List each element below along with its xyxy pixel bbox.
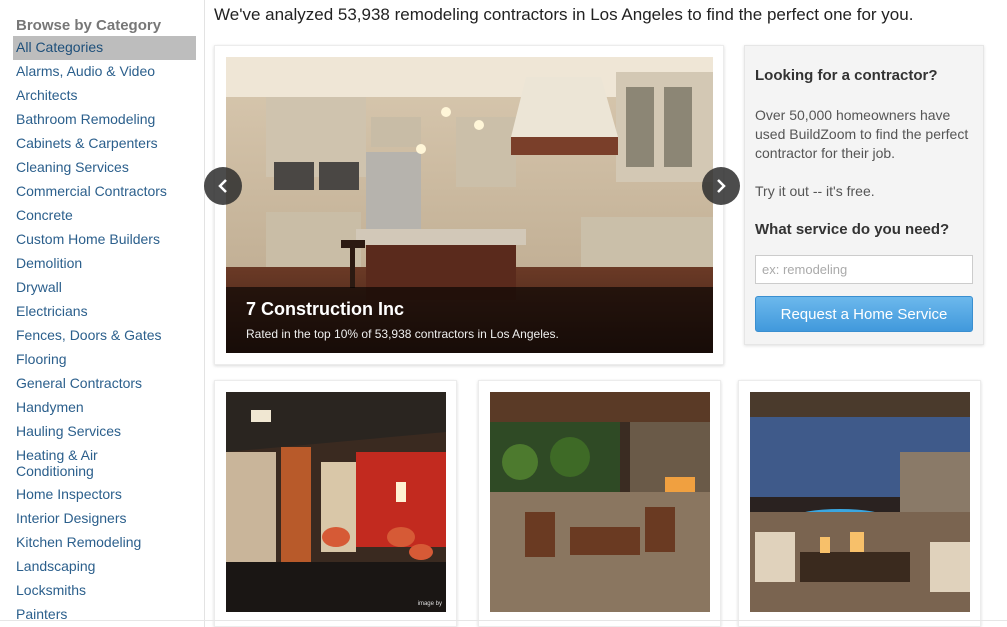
patio-fireplace-photo[interactable] bbox=[490, 392, 710, 612]
service-search-input[interactable] bbox=[755, 255, 973, 284]
photo-credit: image by bbox=[417, 601, 442, 607]
featured-carousel: 7 Construction Inc Rated in the top 10% … bbox=[214, 45, 724, 365]
sidebar-item-commercial-contractors[interactable]: Commercial Contractors bbox=[13, 180, 196, 204]
thumbnail-card bbox=[738, 380, 981, 627]
sidebar-item-flooring[interactable]: Flooring bbox=[13, 348, 196, 372]
sidebar-item-alarms-audio-video[interactable]: Alarms, Audio & Video bbox=[13, 60, 196, 84]
interior-lounge-photo[interactable]: image by bbox=[226, 392, 446, 612]
contractor-rating-text: Rated in the top 10% of 53,938 contracto… bbox=[246, 327, 559, 341]
thumbnail-card bbox=[478, 380, 721, 627]
panel-description: Over 50,000 homeowners have used BuildZo… bbox=[755, 107, 969, 161]
sidebar-item-demolition[interactable]: Demolition bbox=[13, 252, 196, 276]
sidebar-item-cleaning-services[interactable]: Cleaning Services bbox=[13, 156, 196, 180]
service-question: What service do you need? bbox=[755, 221, 950, 238]
sidebar-item-hauling-services[interactable]: Hauling Services bbox=[13, 420, 196, 444]
sidebar-item-drywall[interactable]: Drywall bbox=[13, 276, 196, 300]
sidebar-item-cabinets-carpenters[interactable]: Cabinets & Carpenters bbox=[13, 132, 196, 156]
sidebar-item-locksmiths[interactable]: Locksmiths bbox=[13, 579, 196, 603]
sidebar-item-heating-air-conditioning[interactable]: Heating & Air Conditioning bbox=[13, 444, 113, 483]
sidebar-item-landscaping[interactable]: Landscaping bbox=[13, 555, 196, 579]
sidebar-item-kitchen-remodeling[interactable]: Kitchen Remodeling bbox=[13, 531, 196, 555]
sidebar-item-general-contractors[interactable]: General Contractors bbox=[13, 372, 196, 396]
chevron-left-icon bbox=[218, 179, 227, 193]
page-headline: We've analyzed 53,938 remodeling contrac… bbox=[214, 5, 914, 24]
category-sidebar: Browse by Category All Categories Alarms,… bbox=[0, 0, 205, 627]
request-service-button[interactable]: Request a Home Service bbox=[755, 296, 973, 332]
page-divider bbox=[0, 620, 1007, 621]
sidebar-item-electricians[interactable]: Electricians bbox=[13, 300, 196, 324]
sidebar-item-handymen[interactable]: Handymen bbox=[13, 396, 196, 420]
panel-try-text: Try it out -- it's free. bbox=[755, 183, 875, 199]
sidebar-title: Browse by Category bbox=[16, 17, 162, 34]
sidebar-item-all-categories[interactable]: All Categories bbox=[13, 36, 196, 60]
sidebar-item-custom-home-builders[interactable]: Custom Home Builders bbox=[13, 228, 196, 252]
thumbnail-card: image by bbox=[214, 380, 457, 627]
carousel-prev-button[interactable] bbox=[204, 167, 242, 205]
backyard-pool-photo[interactable] bbox=[750, 392, 970, 612]
chevron-right-icon bbox=[717, 179, 726, 193]
sidebar-item-painters[interactable]: Painters bbox=[13, 603, 196, 627]
carousel-caption: 7 Construction Inc Rated in the top 10% … bbox=[226, 287, 713, 353]
featured-kitchen-photo[interactable]: 7 Construction Inc Rated in the top 10% … bbox=[226, 57, 713, 353]
sidebar-item-bathroom-remodeling[interactable]: Bathroom Remodeling bbox=[13, 108, 196, 132]
sidebar-item-fences-doors-gates[interactable]: Fences, Doors & Gates bbox=[13, 324, 196, 348]
sidebar-item-architects[interactable]: Architects bbox=[13, 84, 196, 108]
contractor-request-panel: Looking for a contractor? Over 50,000 ho… bbox=[744, 45, 984, 345]
panel-title: Looking for a contractor? bbox=[755, 67, 938, 84]
sidebar-item-interior-designers[interactable]: Interior Designers bbox=[13, 507, 196, 531]
sidebar-item-concrete[interactable]: Concrete bbox=[13, 204, 196, 228]
contractor-name[interactable]: 7 Construction Inc bbox=[246, 299, 404, 320]
category-list: All Categories Alarms, Audio & Video Archi… bbox=[13, 36, 196, 627]
sidebar-item-home-inspectors[interactable]: Home Inspectors bbox=[13, 483, 196, 507]
carousel-next-button[interactable] bbox=[702, 167, 740, 205]
